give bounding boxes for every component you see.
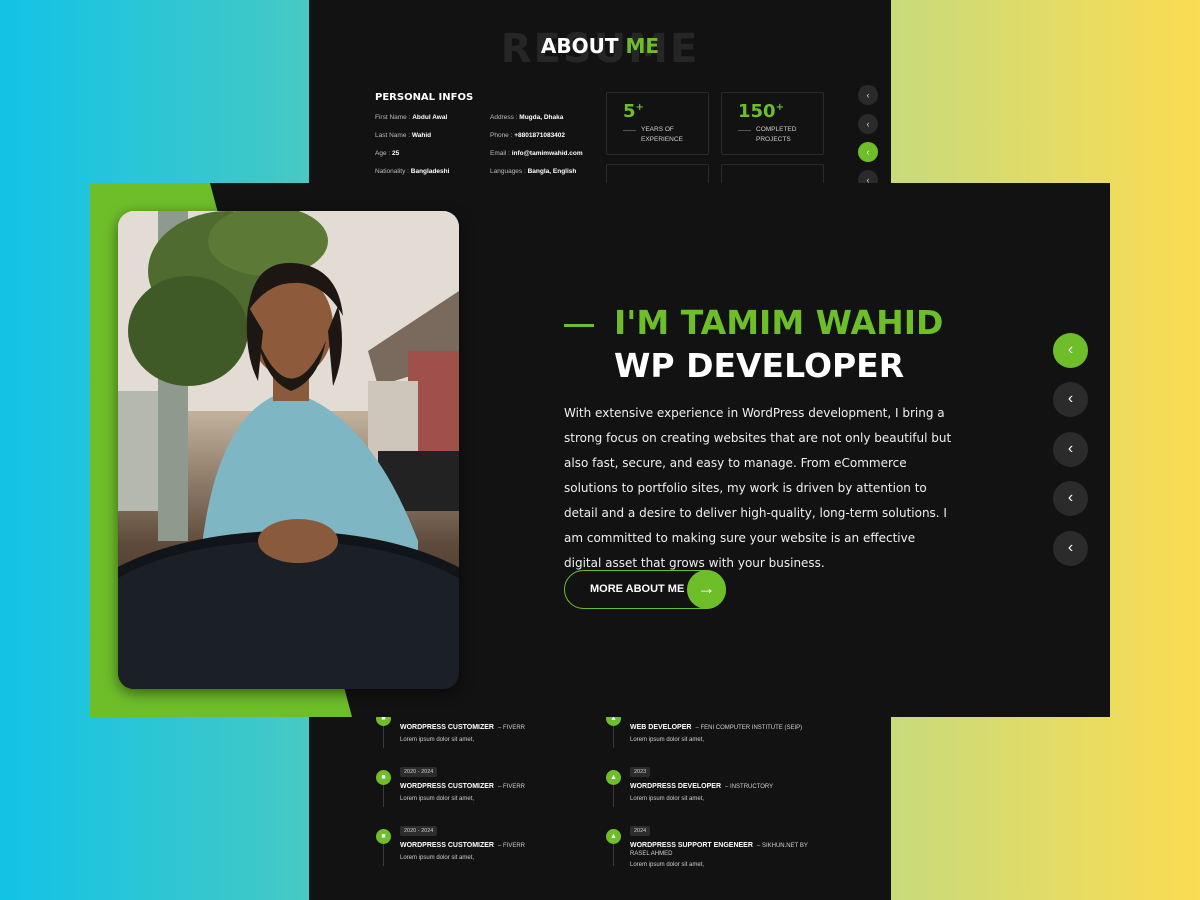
stat-number: 150+	[738, 101, 784, 122]
info-last-name: Last Name : Wahid	[375, 132, 432, 139]
arrow-right-icon: →	[687, 570, 726, 609]
timeline-item: ▲ WEB DEVELOPER – FENI COMPUTER INSTITUTE…	[606, 711, 826, 767]
personal-infos-heading: PERSONAL INFOS	[375, 92, 474, 103]
timeline-item: ■ WORDPRESS CUSTOMIZER – FIVERR Lorem ips…	[376, 711, 596, 767]
nav-button-contact[interactable]: ‹	[1053, 481, 1088, 516]
timeline-item: ▲ 2024 WORDPRESS SUPPORT ENGENEER – SIKHU…	[606, 826, 826, 885]
graduation-cap-icon: ▲	[606, 770, 621, 785]
info-age: Age : 25	[375, 150, 400, 157]
more-about-me-button[interactable]: MORE ABOUT ME →	[564, 570, 726, 609]
timeline-item: ■ 2020 - 2024 WORDPRESS CUSTOMIZER – FIVE…	[376, 826, 596, 885]
briefcase-icon: ■	[376, 770, 391, 785]
nav-button-about[interactable]: ‹	[1053, 382, 1088, 417]
info-languages: Languages : Bangla, English	[490, 168, 577, 175]
info-phone: Phone : +8801871083402	[490, 132, 566, 139]
chevron-left-icon: ‹	[1067, 390, 1074, 407]
nav-button-portfolio[interactable]: ‹	[1053, 432, 1088, 467]
hero-role: WP DEVELOPER	[614, 346, 905, 385]
stat-projects: 150+ COMPLETED PROJECTS	[721, 92, 824, 155]
chevron-left-icon: ‹	[1067, 341, 1074, 358]
stat-label: COMPLETED PROJECTS	[756, 126, 797, 143]
nav-button-blog[interactable]: ‹	[1053, 531, 1088, 566]
graduation-cap-icon: ▲	[606, 829, 621, 844]
more-about-me-label: MORE ABOUT ME	[590, 583, 685, 595]
stat-label: YEARS OF EXPERIENCE	[641, 126, 683, 143]
info-email: Email : info@tamimwahid.com	[490, 150, 583, 157]
mini-nav-button[interactable]: ‹	[858, 114, 878, 134]
briefcase-icon: ■	[376, 829, 391, 844]
info-first-name: First Name : Abdul Awal	[375, 114, 448, 121]
hero-name: I'M TAMIM WAHID	[614, 303, 944, 342]
nav-button-home[interactable]: ‹	[1053, 333, 1088, 368]
profile-photo	[118, 211, 459, 689]
section-title-word: ABOUT	[540, 34, 619, 58]
chevron-left-icon: ‹	[1067, 489, 1074, 506]
mini-nav-button-active[interactable]: ‹	[858, 142, 878, 162]
chevron-left-icon: ‹	[1067, 440, 1074, 457]
hero-bio: With extensive experience in WordPress d…	[564, 406, 952, 570]
stat-experience: 5+ YEARS OF EXPERIENCE	[606, 92, 709, 155]
timeline-item: ▲ 2023 WORDPRESS DEVELOPER – INSTRUCTORY …	[606, 767, 826, 826]
stat-number: 5+	[623, 101, 644, 122]
timeline-item: ■ 2020 - 2024 WORDPRESS CUSTOMIZER – FIVE…	[376, 767, 596, 826]
mini-nav-button[interactable]: ‹	[858, 85, 878, 105]
chevron-left-icon: ‹	[1067, 539, 1074, 556]
section-title: RESUME ABOUT ME	[309, 26, 891, 72]
hero-card: I'M TAMIM WAHID WP DEVELOPER With extens…	[90, 183, 1110, 717]
section-title-accent: ME	[625, 34, 660, 58]
info-nationality: Nationality : Bangladeshi	[375, 168, 450, 175]
name-accent-line	[564, 324, 594, 327]
info-address: Address : Mugda, Dhaka	[490, 114, 564, 121]
